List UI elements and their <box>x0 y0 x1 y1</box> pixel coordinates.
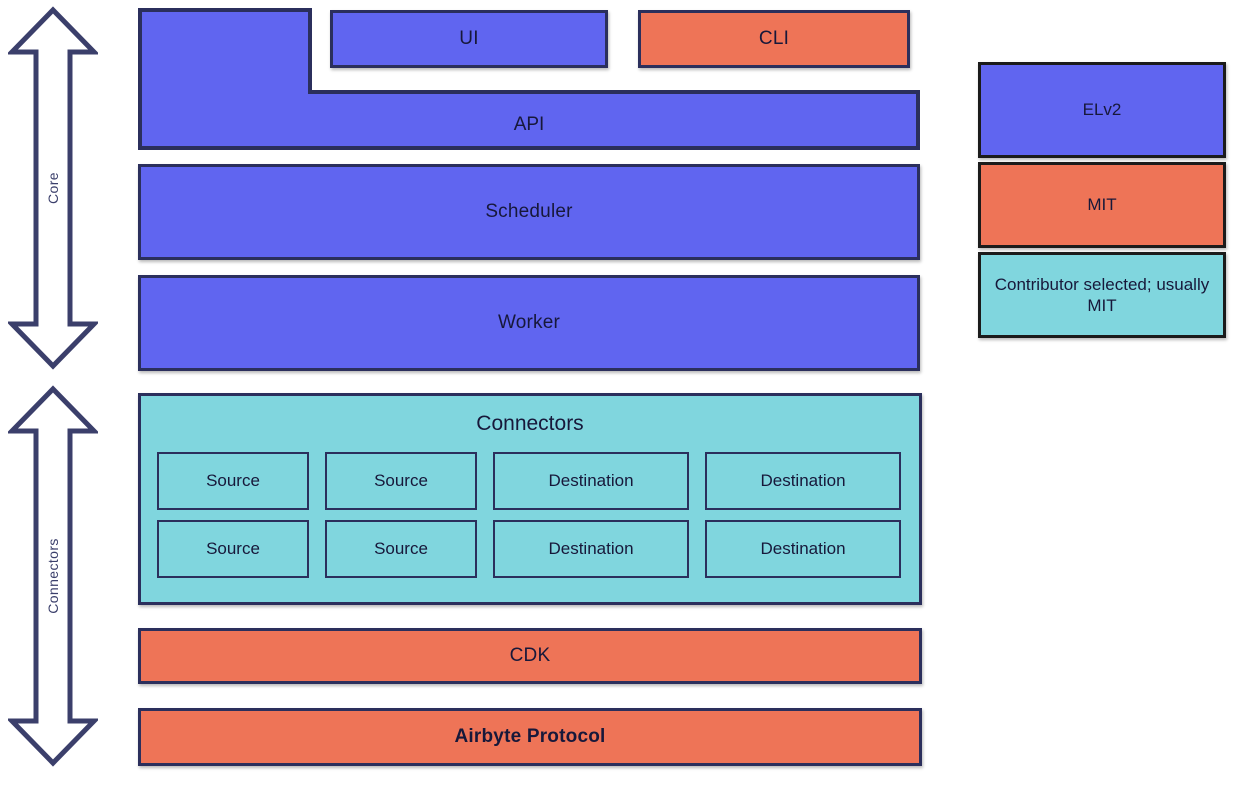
connector-destination-item[interactable]: Destination <box>705 452 901 510</box>
airbyte-protocol-block-label: Airbyte Protocol <box>454 725 606 747</box>
connector-item-label: Destination <box>548 471 634 490</box>
ui-block-label: UI <box>459 27 479 49</box>
connector-item-label: Source <box>206 471 260 490</box>
connector-source-item[interactable]: Source <box>325 452 477 510</box>
connectors-row: Source Source Destination Destination <box>157 452 905 510</box>
ui-block[interactable]: UI <box>330 10 608 68</box>
connector-destination-item[interactable]: Destination <box>493 452 689 510</box>
legend-item-label: MIT <box>1087 195 1117 215</box>
connectors-grid: Source Source Destination Destination So… <box>157 452 905 578</box>
license-legend: ELv2 MIT Contributor selected; usually M… <box>978 62 1226 338</box>
core-scope-arrow-label: Core <box>45 172 61 204</box>
cdk-block[interactable]: CDK <box>138 628 922 684</box>
connector-item-label: Destination <box>548 539 634 558</box>
cli-block[interactable]: CLI <box>638 10 910 68</box>
connectors-block-title: Connectors <box>476 412 584 435</box>
connector-source-item[interactable]: Source <box>157 452 309 510</box>
connector-item-label: Destination <box>760 471 846 490</box>
connector-source-item[interactable]: Source <box>325 520 477 578</box>
core-scope-arrow: Core <box>8 6 98 370</box>
diagram-canvas: Core Connectors API UI CLI Scheduler Wor… <box>0 0 1244 788</box>
connector-item-label: Source <box>374 471 428 490</box>
scheduler-block[interactable]: Scheduler <box>138 164 920 260</box>
connectors-scope-arrow-label: Connectors <box>45 538 61 614</box>
legend-item-label: Contributor selected; usually MIT <box>994 274 1210 315</box>
legend-item-label: ELv2 <box>1082 100 1122 120</box>
connector-item-label: Source <box>206 539 260 558</box>
connector-item-label: Source <box>374 539 428 558</box>
connectors-block[interactable]: Connectors Source Source Destination Des… <box>138 393 922 605</box>
legend-item-elv2[interactable]: ELv2 <box>978 62 1226 158</box>
worker-block-label: Worker <box>497 311 561 333</box>
cdk-block-label: CDK <box>509 644 551 666</box>
cli-block-label: CLI <box>758 27 790 49</box>
worker-block[interactable]: Worker <box>138 275 920 371</box>
connectors-scope-arrow: Connectors <box>8 385 98 767</box>
connector-source-item[interactable]: Source <box>157 520 309 578</box>
connector-item-label: Destination <box>760 539 846 558</box>
airbyte-protocol-block[interactable]: Airbyte Protocol <box>138 708 922 766</box>
connectors-row: Source Source Destination Destination <box>157 520 905 578</box>
connector-destination-item[interactable]: Destination <box>493 520 689 578</box>
legend-item-mit[interactable]: MIT <box>978 162 1226 248</box>
scheduler-block-label: Scheduler <box>485 200 573 222</box>
connector-destination-item[interactable]: Destination <box>705 520 901 578</box>
legend-item-contributor[interactable]: Contributor selected; usually MIT <box>978 252 1226 338</box>
